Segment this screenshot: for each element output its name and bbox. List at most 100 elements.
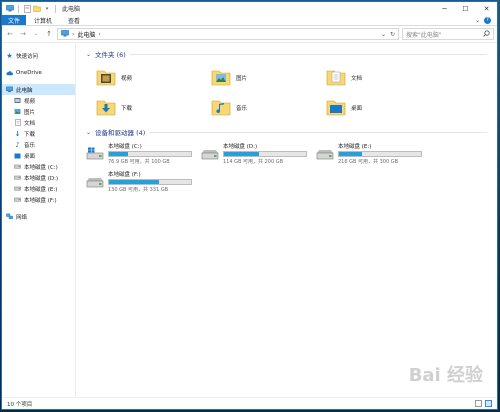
sidebar-item-onedrive[interactable]: OneDrive [2, 67, 75, 78]
maximize-button[interactable]: ☐ [455, 2, 476, 15]
ribbon-tabs: 文件 计算机 查看 ⌄ ? [2, 15, 497, 26]
sidebar-item-network[interactable]: 网络 [2, 211, 75, 222]
folder-label: 音乐 [236, 106, 248, 112]
drive-usage-bar [108, 179, 192, 185]
drives-grid: 本地磁盘 (C:) 76.9 GB 可用，共 100 GB 本地磁盘 (D:) … [86, 142, 487, 194]
sidebar-item-this-pc[interactable]: 此电脑 [2, 84, 75, 95]
address-bar[interactable]: › 此电脑 › ⌄ ↻ [57, 28, 399, 40]
drive-c[interactable]: 本地磁盘 (C:) 76.9 GB 可用，共 100 GB [86, 142, 201, 166]
item-count: 10 个项目 [7, 401, 33, 408]
sidebar-item-label: 本地磁盘 (C:) [24, 164, 58, 171]
close-button[interactable]: ✕ [476, 2, 497, 15]
computer-icon [61, 29, 69, 39]
content-pane: ⌄ 文件夹 (6) 视频 图片 文档 下载 音乐 桌面 ⌄ 设备和驱动器 (4)… [76, 43, 497, 397]
search-input[interactable]: 搜索"此电脑" [402, 28, 494, 40]
search-placeholder: 搜索"此电脑" [406, 31, 442, 39]
sidebar-item-drive-e[interactable]: 本地磁盘 (E:) [2, 183, 75, 194]
folder-pictures[interactable]: 图片 [211, 65, 326, 91]
drive-info: 本地磁盘 (E:) 216 GB 可用，共 300 GB [338, 142, 422, 166]
back-arrow-icon[interactable]: ← [5, 28, 15, 40]
sidebar-item-downloads[interactable]: ↓ 下载 [2, 128, 75, 139]
folder-label: 图片 [236, 76, 248, 82]
drive-info: 本地磁盘 (F:) 130 GB 可用，共 331 GB [108, 170, 192, 194]
folders-group-header[interactable]: ⌄ 文件夹 (6) [86, 49, 487, 59]
sidebar-item-desktop[interactable]: 桌面 [2, 150, 75, 161]
sidebar-item-label: 本地磁盘 (D:) [24, 175, 59, 182]
drive-info: 本地磁盘 (C:) 76.9 GB 可用，共 100 GB [108, 142, 192, 166]
breadcrumb[interactable]: 此电脑 [77, 30, 95, 39]
tab-computer[interactable]: 计算机 [26, 15, 60, 25]
drive-icon [86, 170, 104, 194]
drive-e[interactable]: 本地磁盘 (E:) 216 GB 可用，共 300 GB [316, 142, 431, 166]
sidebar-item-documents[interactable]: 文档 [2, 117, 75, 128]
folder-music[interactable]: 音乐 [211, 95, 326, 121]
drive-free-space: 216 GB 可用，共 300 GB [338, 159, 399, 165]
sidebar-item-videos[interactable]: 视频 [2, 95, 75, 106]
breadcrumb-separator-icon[interactable]: › [98, 31, 100, 38]
desktop-folder-icon [14, 152, 21, 159]
tab-view[interactable]: 查看 [60, 15, 88, 25]
documents-folder-icon [14, 119, 21, 126]
forward-arrow-icon[interactable]: → [18, 28, 28, 40]
new-folder-icon[interactable] [33, 5, 41, 13]
expand-ribbon-icon[interactable]: ⌄ [475, 17, 480, 24]
window-title: 此电脑 [62, 6, 81, 13]
sidebar-item-drive-d[interactable]: 本地磁盘 (D:) [2, 172, 75, 183]
folder-downloads[interactable]: 下载 [96, 95, 211, 121]
video-folder-icon [96, 67, 116, 89]
help-icon[interactable]: ? [484, 16, 491, 24]
search-icon[interactable] [483, 29, 490, 39]
drive-icon [14, 185, 21, 192]
drive-usage-bar [223, 151, 307, 157]
desktop-folder-icon [326, 97, 346, 119]
sidebar-item-label: 桌面 [24, 153, 36, 160]
drive-icon [14, 174, 21, 181]
chevron-down-icon[interactable]: ▾ [43, 5, 51, 13]
sidebar-item-music[interactable]: ♪ 音乐 [2, 139, 75, 150]
sidebar-item-drive-c[interactable]: 本地磁盘 (C:) [2, 161, 75, 172]
refresh-icon[interactable]: ↻ [390, 31, 395, 38]
sidebar-item-label: 快速访问 [16, 53, 39, 60]
folder-documents[interactable]: 文档 [326, 65, 441, 91]
folder-desktop[interactable]: 桌面 [326, 95, 441, 121]
collapse-chevron-icon[interactable]: ⌄ [86, 129, 91, 136]
documents-folder-icon [326, 67, 346, 89]
up-arrow-icon[interactable]: ↑ [44, 28, 54, 40]
sidebar-item-pictures[interactable]: 图片 [2, 106, 75, 117]
sidebar-item-quick-access[interactable]: ★ 快速访问 [2, 50, 75, 61]
drive-info: 本地磁盘 (D:) 114 GB 可用，共 200 GB [223, 142, 307, 166]
tab-file[interactable]: 文件 [2, 15, 27, 25]
minimize-button[interactable]: ─ [434, 2, 455, 15]
drive-label: 本地磁盘 (D:) [223, 144, 258, 150]
title-bar: ▾ 此电脑 ─ ☐ ✕ [2, 2, 497, 15]
navigation-pane: ★ 快速访问 OneDrive 此电脑 视频 图片 文档 ↓ 下载 ♪ 音乐 桌… [2, 43, 76, 397]
computer-icon [6, 5, 14, 13]
chevron-down-icon[interactable]: ⌄ [381, 31, 386, 38]
sidebar-item-label: 网络 [16, 214, 28, 221]
properties-icon[interactable] [23, 4, 31, 13]
sidebar-item-drive-f[interactable]: 本地磁盘 (F:) [2, 194, 75, 205]
windows-drive-icon [86, 142, 104, 166]
video-folder-icon [14, 97, 21, 104]
network-icon [6, 213, 13, 220]
window-controls: ─ ☐ ✕ [434, 2, 497, 15]
music-icon: ♪ [15, 140, 20, 149]
pictures-folder-icon [14, 108, 21, 115]
drive-d[interactable]: 本地磁盘 (D:) 114 GB 可用，共 200 GB [201, 142, 316, 166]
divider [149, 131, 487, 133]
drive-usage-fill [109, 152, 128, 156]
drive-free-space: 114 GB 可用，共 200 GB [223, 159, 284, 165]
sidebar-item-label: 下载 [24, 131, 36, 138]
drive-f[interactable]: 本地磁盘 (F:) 130 GB 可用，共 331 GB [86, 170, 201, 194]
explorer-window: ▾ 此电脑 ─ ☐ ✕ 文件 计算机 查看 ⌄ ? ← → ⌄ ↑ › 此电脑 [1, 1, 498, 410]
folder-videos[interactable]: 视频 [96, 65, 211, 91]
collapse-chevron-icon[interactable]: ⌄ [86, 51, 91, 58]
drive-usage-fill [224, 152, 260, 156]
recent-chevron-icon[interactable]: ⌄ [31, 28, 41, 40]
drives-group-header[interactable]: ⌄ 设备和驱动器 (4) [86, 127, 487, 137]
details-view-icon[interactable] [475, 400, 482, 407]
large-icons-view-icon[interactable] [485, 400, 492, 407]
breadcrumb-separator-icon[interactable]: › [72, 31, 74, 38]
sidebar-item-label: OneDrive [16, 69, 42, 76]
sidebar-item-label: 音乐 [24, 142, 36, 149]
